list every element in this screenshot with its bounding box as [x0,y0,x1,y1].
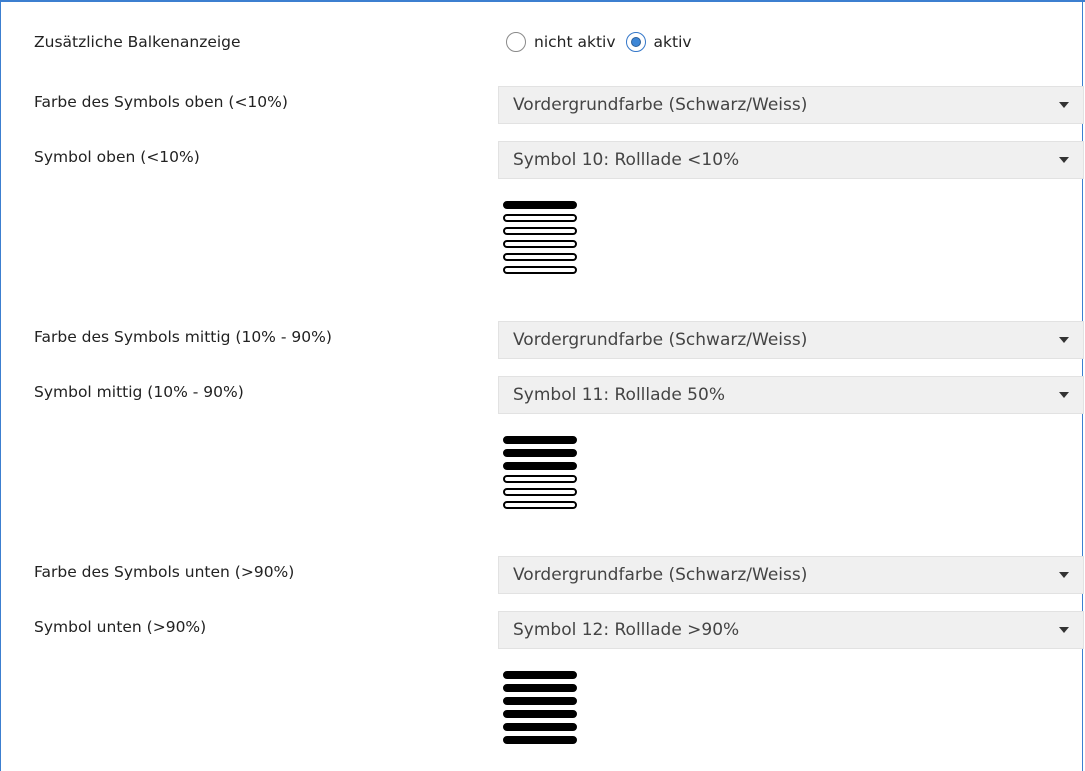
chevron-down-icon [1059,157,1069,163]
color-top-select[interactable]: Vordergrundfarbe (Schwarz/Weiss) [498,86,1084,124]
symbol-top-select[interactable]: Symbol 10: Rolllade <10% [498,141,1084,179]
shutter-slat [503,240,577,248]
bar-display-label: Zusätzliche Balkenanzeige [34,33,241,51]
radio-active[interactable] [625,32,646,52]
shutter-slat [503,253,577,261]
shutter-slat [503,214,577,222]
symbol-mid-label: Symbol mittig (10% - 90%) [34,383,244,401]
shutter-slat [503,462,577,470]
shutter-slat [503,671,577,679]
symbol-mid-select[interactable]: Symbol 11: Rolllade 50% [498,376,1084,414]
shutter-slat [503,710,577,718]
shutter-slat [503,723,577,731]
symbol-mid-value: Symbol 11: Rolllade 50% [513,385,725,405]
shutter-slat [503,697,577,705]
shutter-closed-10-icon [503,201,577,285]
shutter-slat [503,449,577,457]
shutter-slat [503,266,577,274]
shutter-slat [503,227,577,235]
symbol-top-value: Symbol 10: Rolllade <10% [513,150,740,170]
color-top-label: Farbe des Symbols oben (<10%) [34,93,288,111]
chevron-down-icon [1059,627,1069,633]
color-top-value: Vordergrundfarbe (Schwarz/Weiss) [513,95,808,115]
chevron-down-icon [1059,392,1069,398]
chevron-down-icon [1059,102,1069,108]
color-bottom-label: Farbe des Symbols unten (>90%) [34,563,295,581]
color-mid-label: Farbe des Symbols mittig (10% - 90%) [34,328,332,346]
shutter-slat [503,488,577,496]
color-mid-select[interactable]: Vordergrundfarbe (Schwarz/Weiss) [498,321,1084,359]
shutter-half-50-icon [503,436,577,520]
shutter-slat [503,436,577,444]
color-bottom-value: Vordergrundfarbe (Schwarz/Weiss) [513,565,808,585]
radio-inactive[interactable] [506,32,526,52]
symbol-bottom-label: Symbol unten (>90%) [34,618,207,636]
symbol-top-label: Symbol oben (<10%) [34,148,200,166]
symbol-bottom-select[interactable]: Symbol 12: Rolllade >90% [498,611,1084,649]
chevron-down-icon [1059,572,1069,578]
shutter-slat [503,736,577,744]
color-mid-value: Vordergrundfarbe (Schwarz/Weiss) [513,330,808,350]
radio-active-label[interactable]: aktiv [654,33,692,51]
radio-inactive-label[interactable]: nicht aktiv [534,33,616,51]
chevron-down-icon [1059,337,1069,343]
shutter-slat [503,684,577,692]
bar-display-radio-group: nicht aktiv aktiv [506,27,702,57]
shutter-slat [503,475,577,483]
shutter-slat [503,201,577,209]
shutter-slat [503,501,577,509]
symbol-bottom-value: Symbol 12: Rolllade >90% [513,620,740,640]
color-bottom-select[interactable]: Vordergrundfarbe (Schwarz/Weiss) [498,556,1084,594]
shutter-open-90-icon [503,671,577,755]
